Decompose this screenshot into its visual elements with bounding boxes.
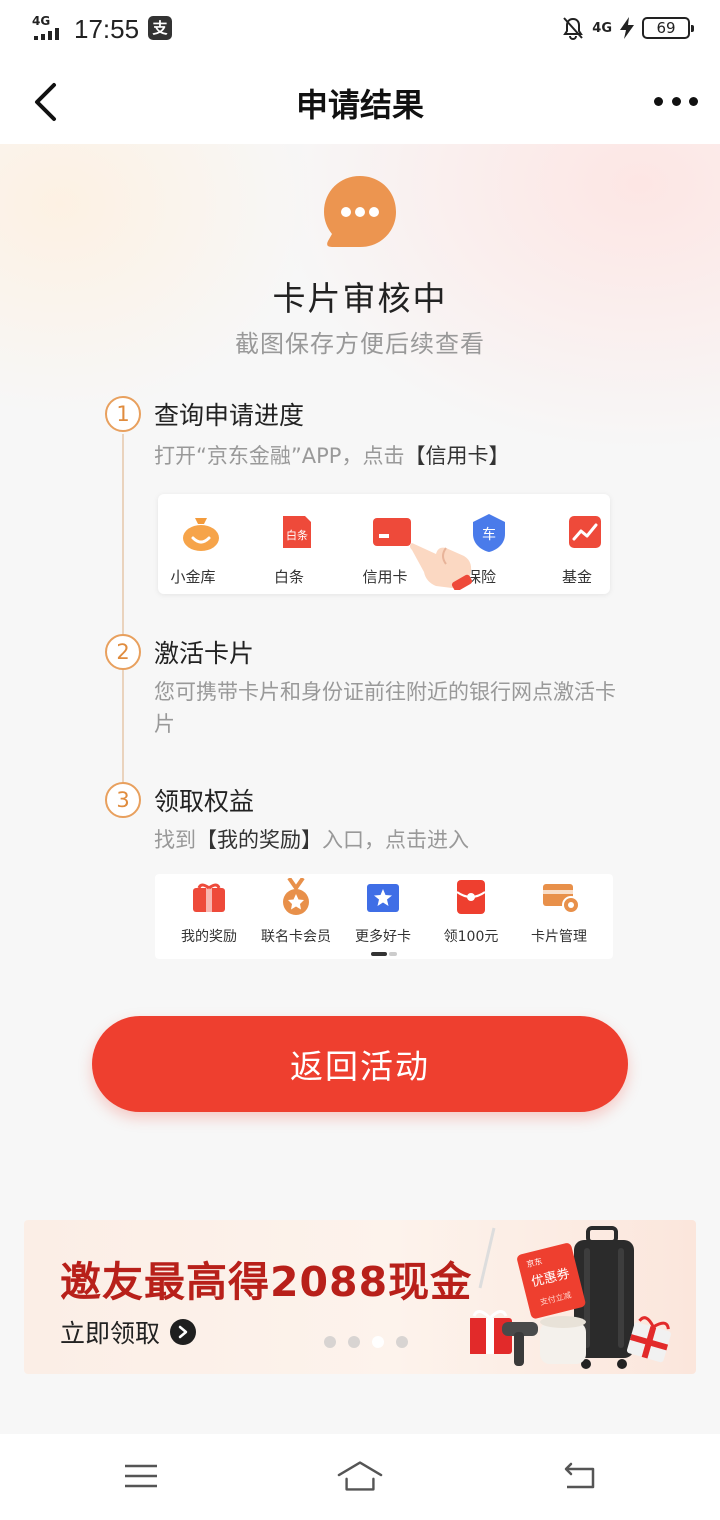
card-menu-label-card-manage: 卡片管理: [531, 929, 587, 945]
status-title: 卡片审核中: [272, 279, 448, 318]
gift-box-icon: [193, 883, 225, 912]
menu-icon: [125, 1464, 157, 1488]
home-button[interactable]: [337, 1456, 383, 1496]
battery-icon: 69: [642, 17, 694, 39]
carousel-dot[interactable]: [396, 1336, 408, 1348]
step-1-number: 1: [105, 396, 141, 432]
charging-icon: [620, 17, 634, 39]
alipay-notification-icon: 支: [148, 16, 172, 40]
nav-bar: 申请结果: [0, 58, 720, 144]
medal-icon: [283, 878, 309, 915]
carousel-dot[interactable]: [348, 1336, 360, 1348]
card-menu-illustration: 我的奖励 联名卡会员 更多好卡 领100元 卡片管理: [155, 874, 613, 959]
step-2-desc: 您可携带卡片和身份证前往附近的银行网点激活卡片: [154, 680, 616, 736]
back-nav-button[interactable]: [556, 1456, 602, 1496]
card-menu-label-more-cards: 更多好卡: [355, 929, 411, 945]
svg-text:白条: 白条: [286, 528, 308, 542]
banner-cta[interactable]: 立即领取: [60, 1314, 197, 1350]
svg-text:车: 车: [482, 526, 496, 543]
more-menu-button[interactable]: [654, 84, 698, 118]
menu-label-fund: 基金: [561, 568, 592, 586]
network-type: 4G: [32, 14, 51, 28]
carousel-dot[interactable]: [324, 1336, 336, 1348]
banner-title: 邀友最高得2088现金: [60, 1258, 473, 1306]
dot-icon: [689, 96, 698, 106]
step-1-desc: 打开“京东金融”APP，点击【信用卡】: [154, 444, 510, 468]
step-3-title: 领取权益: [154, 787, 255, 816]
fund-chart-icon: [568, 516, 601, 548]
return-icon: [564, 1462, 595, 1489]
jd-app-menu-illustration: 小金库 白条 白条 信用卡 车 保险 基金: [158, 494, 610, 594]
clock: 17:55: [74, 14, 140, 44]
step-2-title: 激活卡片: [154, 639, 255, 668]
step-3-number: 3: [105, 782, 141, 818]
invite-friends-banner[interactable]: 邀友最高得2088现金 立即领取 京东 优惠券 支付立减: [24, 1220, 696, 1374]
menu-item-baitiao: 白条: [254, 512, 324, 556]
recent-apps-button[interactable]: [118, 1456, 164, 1496]
prize-illustration-icon: 京东 优惠券 支付立减: [470, 1226, 671, 1369]
step-3-desc: 找到【我的奖励】入口，点击进入: [154, 828, 469, 852]
card-menu-label-get-100: 领100元: [443, 929, 499, 945]
page-title: 申请结果: [295, 86, 424, 124]
money-bag-icon: [182, 518, 219, 551]
main-content: 卡片审核中 截图保存方便后续查看 1 查询申请进度 打开“京东金融”APP，点击…: [0, 144, 720, 1434]
system-navigation-bar: [0, 1434, 720, 1520]
chevron-right-icon: [170, 1319, 197, 1345]
card-menu-label-rewards: 我的奖励: [181, 929, 237, 945]
chat-bubble-icon: [324, 176, 396, 247]
return-to-activity-button[interactable]: 返回活动: [92, 1016, 628, 1112]
signal-icon: [34, 28, 64, 40]
timeline-line: [122, 434, 124, 794]
menu-item-xiaojinku: [158, 512, 228, 556]
data-type: 4G: [592, 20, 612, 36]
battery-level: 69: [656, 19, 676, 37]
pointing-hand-icon: [410, 543, 473, 590]
carousel-dot-active[interactable]: [372, 1336, 384, 1348]
dot-icon: [654, 96, 663, 106]
baitiao-icon: 白条: [282, 516, 311, 548]
red-envelope-icon: [456, 880, 486, 914]
dot-icon: [671, 96, 681, 106]
page-indicator: [371, 952, 397, 956]
status-subtitle: 截图保存方便后续查看: [235, 330, 485, 358]
star-card-icon: [367, 884, 399, 912]
card-menu-label-cobrand: 联名卡会员: [261, 929, 331, 945]
menu-item-fund: [542, 512, 612, 556]
menu-label-xiaojinku: 小金库: [170, 568, 216, 586]
step-2-number: 2: [105, 634, 141, 670]
status-bar: 4G 17:55 支 4G 69: [0, 0, 720, 58]
banner-cta-label: 立即领取: [60, 1319, 161, 1348]
home-icon: [337, 1461, 383, 1491]
card-settings-icon: [543, 884, 580, 914]
carousel-dots: [324, 1336, 408, 1348]
bell-muted-icon: [563, 17, 584, 40]
step-1-title: 查询申请进度: [154, 401, 305, 430]
menu-label-baitiao: 白条: [273, 568, 304, 586]
